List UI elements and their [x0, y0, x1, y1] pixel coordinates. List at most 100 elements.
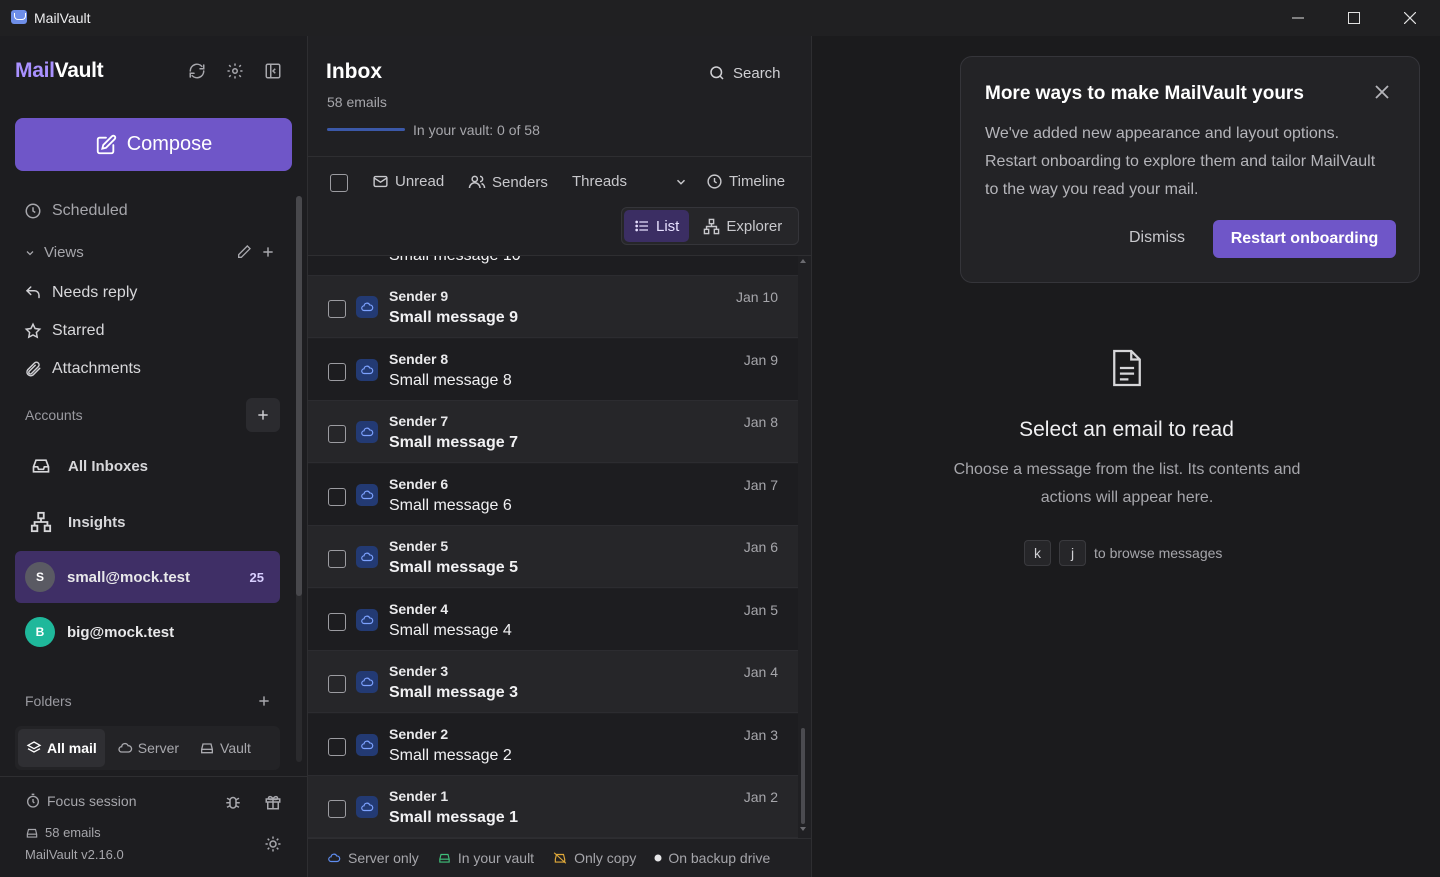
table-row[interactable]: Sender 3 Small message 3 Jan 4 — [308, 651, 798, 713]
dot-icon — [654, 854, 662, 862]
row-checkbox[interactable] — [328, 612, 346, 631]
sun-icon — [265, 836, 281, 852]
add-view-button[interactable] — [257, 241, 279, 263]
storage-legend: Server only In your vault Only copy On b… — [308, 838, 812, 877]
sidebar-panel-icon — [265, 63, 281, 79]
timer-icon — [27, 793, 39, 808]
message-date: Jan 2 — [743, 789, 778, 805]
pencil-icon — [238, 245, 251, 258]
tab-server[interactable]: Server — [109, 729, 187, 767]
chevron-down-icon — [26, 250, 34, 255]
table-row[interactable]: Sender 4 Small message 4 Jan 5 — [308, 588, 798, 651]
message-subject: Small message 5 — [389, 559, 518, 576]
row-checkbox[interactable] — [328, 675, 346, 693]
tab-vault[interactable]: Vault — [191, 729, 259, 767]
app-logo: MailVault — [15, 59, 104, 82]
message-list-scrollbar[interactable] — [800, 258, 806, 832]
message-list-scrollbar-thumb[interactable] — [801, 728, 805, 824]
server-message-icon — [356, 358, 378, 381]
avatar: B — [25, 617, 55, 647]
row-checkbox[interactable] — [328, 550, 346, 568]
theme-toggle-button[interactable] — [262, 833, 284, 855]
envelope-icon — [373, 175, 388, 188]
keyboard-hint: k j to browse messages — [1024, 540, 1222, 566]
key-k: k — [1024, 540, 1051, 566]
sidebar-item-needs-reply[interactable]: Needs reply — [24, 284, 137, 302]
onboarding-close-button[interactable] — [1375, 85, 1389, 99]
row-checkbox[interactable] — [328, 487, 346, 506]
add-account-button[interactable] — [246, 398, 280, 432]
add-folder-button[interactable] — [253, 690, 275, 712]
server-message-icon — [356, 483, 378, 506]
row-checkbox[interactable] — [328, 362, 346, 381]
focus-session-button[interactable]: Focus session — [25, 793, 136, 809]
debug-button[interactable] — [222, 791, 244, 813]
sidebar-item-scheduled[interactable]: Scheduled — [24, 202, 128, 220]
accounts-heading: Accounts — [25, 407, 83, 423]
table-row[interactable]: Sender 1 Small message 1 Jan 2 — [308, 776, 798, 838]
filter-timeline[interactable]: Timeline — [706, 173, 785, 190]
whats-new-button[interactable] — [262, 791, 284, 813]
settings-button[interactable] — [224, 60, 246, 82]
maximize-button[interactable] — [1326, 0, 1382, 36]
account-small[interactable]: S small@mock.test 25 — [15, 551, 280, 603]
table-row[interactable]: Sender 8 Small message 8 Jan 9 — [308, 338, 798, 401]
table-row[interactable]: Small message 10 — [308, 256, 798, 276]
app-icon — [11, 10, 27, 24]
key-j: j — [1059, 540, 1086, 566]
folders-heading: Folders — [25, 693, 72, 709]
select-all-checkbox[interactable] — [330, 174, 348, 192]
refresh-icon — [189, 63, 205, 79]
sidebar-item-insights[interactable]: Insights — [30, 511, 126, 533]
legend-only-copy: Only copy — [552, 850, 636, 866]
filter-bar: Unread Senders Threads Timeline List Exp… — [308, 156, 812, 256]
table-row[interactable]: Sender 9 Small message 9 Jan 10 — [308, 276, 798, 338]
sync-button[interactable] — [186, 60, 208, 82]
message-sender: Sender 3 — [389, 663, 449, 679]
search-button[interactable]: Search — [708, 64, 781, 82]
view-explorer-button[interactable]: Explorer — [693, 210, 792, 242]
email-total: 58 emails — [25, 825, 101, 840]
filter-unread[interactable]: Unread — [372, 173, 444, 190]
message-date: Jan 9 — [743, 351, 778, 368]
table-row[interactable]: Sender 5 Small message 5 Jan 6 — [308, 526, 798, 588]
sidebar-item-attachments[interactable]: Attachments — [24, 360, 141, 378]
message-date: Jan 7 — [743, 476, 778, 493]
row-checkbox[interactable] — [328, 737, 346, 756]
dismiss-button[interactable]: Dismiss — [1129, 229, 1185, 247]
account-big[interactable]: B big@mock.test — [15, 606, 280, 658]
row-checkbox[interactable] — [328, 425, 346, 443]
restart-onboarding-button[interactable]: Restart onboarding — [1213, 220, 1396, 258]
empty-state-description: Choose a message from the list. Its cont… — [953, 461, 1301, 506]
message-sender: Sender 6 — [389, 475, 449, 492]
table-row[interactable]: Sender 7 Small message 7 Jan 8 — [308, 401, 798, 463]
edit-views-button[interactable] — [233, 241, 255, 263]
server-message-icon — [356, 671, 378, 693]
row-checkbox[interactable] — [328, 800, 346, 818]
row-checkbox[interactable] — [328, 300, 346, 318]
close-window-button[interactable] — [1382, 0, 1438, 36]
views-section-toggle[interactable]: Views — [24, 244, 84, 261]
compose-button[interactable]: Compose — [15, 118, 292, 171]
sidebar-footer: Focus session 58 emails MailVault v2.16.… — [0, 776, 308, 877]
sidebar-scrollbar[interactable] — [296, 196, 302, 762]
gift-icon — [265, 795, 281, 810]
filter-senders[interactable]: Senders — [468, 173, 548, 191]
sidebar-item-all-inboxes[interactable]: All Inboxes — [30, 456, 148, 476]
onboarding-card-title: More ways to make MailVault yours — [985, 83, 1304, 104]
view-list-button[interactable]: List — [624, 210, 690, 242]
tab-all-mail[interactable]: All mail — [18, 729, 105, 767]
message-date: Jan 8 — [743, 414, 778, 430]
message-sender: Sender 4 — [389, 600, 449, 617]
scroll-down-icon — [800, 827, 806, 831]
sidebar-item-starred[interactable]: Starred — [24, 322, 104, 340]
table-row[interactable]: Sender 2 Small message 2 Jan 3 — [308, 713, 798, 776]
collapse-sidebar-button[interactable] — [262, 60, 284, 82]
filter-threads[interactable]: Threads — [572, 173, 627, 190]
minimize-button[interactable] — [1270, 0, 1326, 36]
sidebar-scrollbar-thumb[interactable] — [296, 196, 302, 596]
scroll-up-icon — [800, 259, 806, 263]
threads-dropdown-toggle[interactable] — [674, 175, 688, 189]
onboarding-card-body: We've added new appearance and layout op… — [985, 125, 1376, 198]
table-row[interactable]: Sender 6 Small message 6 Jan 7 — [308, 463, 798, 526]
